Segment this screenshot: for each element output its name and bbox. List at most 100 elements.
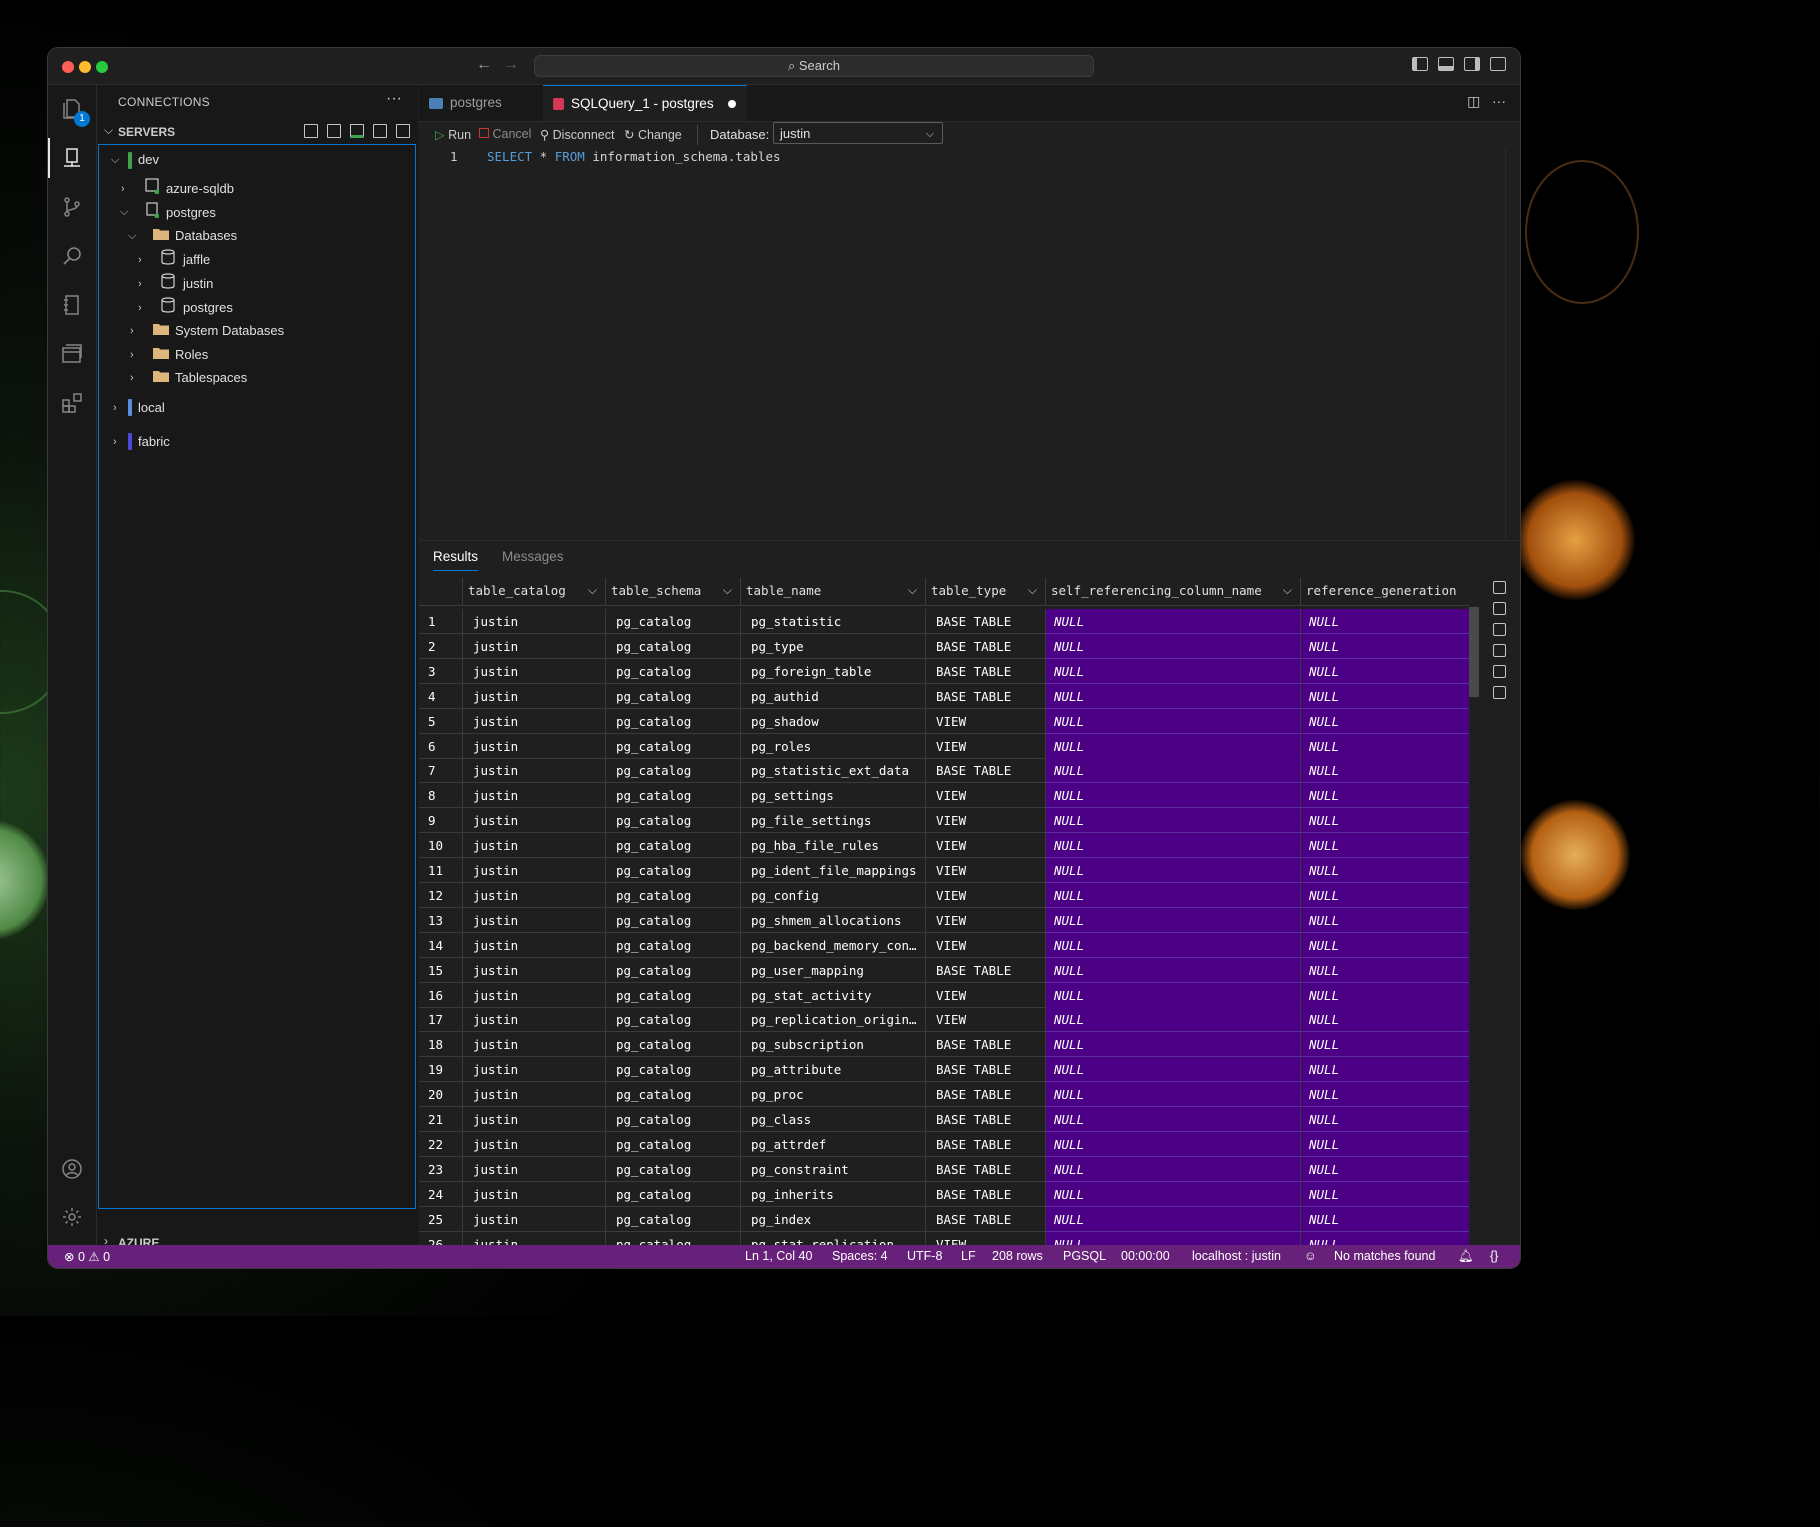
tab-sqlquery[interactable]: SQLQuery_1 - postgres: [543, 85, 747, 121]
grid-cell[interactable]: pg_catalog: [606, 758, 741, 784]
grid-cell[interactable]: pg_index: [741, 1206, 926, 1232]
grid-cell[interactable]: VIEW: [926, 907, 1046, 933]
table-row[interactable]: 22 justin pg_catalog pg_attrdef BASE TABLE NU…: [419, 1131, 1469, 1157]
grid-cell[interactable]: NULL: [1301, 957, 1469, 983]
grid-cell[interactable]: pg_catalog: [606, 1206, 741, 1232]
chevron-right-icon[interactable]: ›: [130, 344, 134, 366]
tree-folder-system-databases[interactable]: System Databases: [175, 320, 284, 342]
tree-server-azure-sqldb[interactable]: azure-sqldb: [166, 178, 234, 200]
toggle-primary-sidebar-icon[interactable]: [1412, 57, 1428, 71]
grid-cell[interactable]: justin: [463, 1107, 606, 1132]
grid-cell[interactable]: BASE TABLE: [926, 683, 1046, 709]
grid-cell[interactable]: pg_catalog: [606, 1032, 741, 1058]
column-header-table-catalog[interactable]: table_catalog ⌵: [463, 578, 606, 605]
table-row[interactable]: 4 justin pg_catalog pg_authid BASE TABLE NULL…: [419, 683, 1469, 709]
table-row[interactable]: 3 justin pg_catalog pg_foreign_table BASE TA…: [419, 658, 1469, 684]
chart-icon[interactable]: [1493, 686, 1506, 699]
grid-cell[interactable]: pg_catalog: [606, 1156, 741, 1182]
grid-cell[interactable]: pg_inherits: [741, 1181, 926, 1207]
tree-folder-tablespaces[interactable]: Tablespaces: [175, 367, 247, 389]
grid-cell[interactable]: NULL: [1301, 633, 1469, 659]
tree-group-fabric[interactable]: fabric: [138, 431, 170, 453]
grid-cell[interactable]: NULL: [1046, 808, 1301, 834]
grid-cell[interactable]: justin: [463, 858, 606, 883]
grid-cell[interactable]: NULL: [1301, 982, 1469, 1008]
grid-cell[interactable]: VIEW: [926, 808, 1046, 834]
customize-layout-icon[interactable]: [1490, 57, 1506, 71]
maximize-window-button[interactable]: [96, 61, 108, 73]
grid-cell[interactable]: pg_catalog: [606, 633, 741, 659]
column-header-table-name[interactable]: table_name ⌵: [741, 578, 926, 605]
command-center-search[interactable]: ⌕ Search: [534, 55, 1094, 77]
grid-cell[interactable]: NULL: [1046, 1007, 1301, 1033]
activity-accounts[interactable]: [48, 1145, 96, 1193]
grid-cell[interactable]: NULL: [1046, 633, 1301, 659]
grid-cell[interactable]: justin: [463, 833, 606, 859]
grid-cell[interactable]: VIEW: [926, 783, 1046, 809]
grid-cell[interactable]: justin: [463, 1032, 606, 1058]
more-actions-icon[interactable]: ···: [1492, 93, 1506, 109]
grid-cell[interactable]: VIEW: [926, 1007, 1046, 1033]
tree-db-justin[interactable]: justin: [183, 273, 213, 295]
grid-cell[interactable]: pg_hba_file_rules: [741, 833, 926, 859]
grid-cell[interactable]: NULL: [1046, 957, 1301, 983]
table-row[interactable]: 9 justin pg_catalog pg_file_settings VIEW NUL…: [419, 808, 1469, 834]
table-row[interactable]: 21 justin pg_catalog pg_class BASE TABLE NULL…: [419, 1107, 1469, 1132]
grid-cell[interactable]: NULL: [1046, 708, 1301, 734]
activity-extensions[interactable]: [48, 379, 96, 427]
grid-cell[interactable]: pg_roles: [741, 733, 926, 759]
table-row[interactable]: 20 justin pg_catalog pg_proc BASE TABLE NULL N…: [419, 1082, 1469, 1108]
grid-cell[interactable]: NULL: [1301, 1082, 1469, 1108]
grid-cell[interactable]: NULL: [1301, 609, 1469, 634]
grid-cell[interactable]: NULL: [1301, 1131, 1469, 1157]
grid-cell[interactable]: NULL: [1301, 833, 1469, 859]
toggle-secondary-sidebar-icon[interactable]: [1464, 57, 1480, 71]
tree-db-postgres[interactable]: postgres: [183, 297, 233, 319]
table-row[interactable]: 5 justin pg_catalog pg_shadow VIEW NULL NULL: [419, 708, 1469, 734]
grid-cell[interactable]: NULL: [1301, 808, 1469, 834]
disconnect-button[interactable]: ⚲ Disconnect: [540, 127, 614, 142]
grid-cell[interactable]: VIEW: [926, 982, 1046, 1008]
grid-cell[interactable]: NULL: [1301, 733, 1469, 759]
column-header-table-type[interactable]: table_type ⌵: [926, 578, 1046, 605]
grid-cell[interactable]: VIEW: [926, 733, 1046, 759]
tree-server-postgres[interactable]: postgres: [166, 202, 216, 224]
grid-cell[interactable]: BASE TABLE: [926, 758, 1046, 784]
database-select[interactable]: justin ⌵: [773, 122, 943, 144]
chevron-right-icon[interactable]: ›: [138, 249, 142, 271]
column-header-reference-generation[interactable]: reference_generation⌵: [1301, 578, 1469, 605]
grid-cell[interactable]: NULL: [1301, 1156, 1469, 1182]
editor-scrollbar[interactable]: [1505, 148, 1520, 540]
save-json-icon[interactable]: [1493, 623, 1506, 636]
grid-cell[interactable]: justin: [463, 783, 606, 809]
table-row[interactable]: 15 justin pg_catalog pg_user_mapping BASE TA…: [419, 957, 1469, 983]
table-row[interactable]: 10 justin pg_catalog pg_hba_file_rules VIEW N…: [419, 833, 1469, 859]
grid-cell[interactable]: pg_catalog: [606, 808, 741, 834]
column-header-self-referencing-column-name[interactable]: self_referencing_column_name ⌵: [1046, 578, 1301, 605]
split-editor-icon[interactable]: ◫: [1467, 93, 1480, 109]
grid-cell[interactable]: pg_catalog: [606, 708, 741, 734]
grid-cell[interactable]: NULL: [1301, 683, 1469, 709]
tree-group-dev[interactable]: dev: [138, 149, 159, 171]
indentation[interactable]: Spaces: 4: [832, 1249, 888, 1263]
grid-cell[interactable]: VIEW: [926, 858, 1046, 883]
activity-settings[interactable]: [48, 1193, 96, 1241]
activity-explorer[interactable]: 1: [48, 85, 96, 133]
activity-notebooks[interactable]: [48, 281, 96, 329]
problems-indicator[interactable]: ⊗ 0 ⚠ 0: [64, 1249, 110, 1264]
grid-cell[interactable]: VIEW: [926, 882, 1046, 908]
grid-cell[interactable]: VIEW: [926, 708, 1046, 734]
grid-cell[interactable]: NULL: [1046, 1131, 1301, 1157]
table-row[interactable]: 25 justin pg_catalog pg_index BASE TABLE NULL…: [419, 1206, 1469, 1232]
table-row[interactable]: 6 justin pg_catalog pg_roles VIEW NULL NULL: [419, 733, 1469, 759]
results-vertical-scrollbar[interactable]: [1469, 607, 1479, 697]
grid-cell[interactable]: NULL: [1046, 1057, 1301, 1083]
grid-cell[interactable]: NULL: [1046, 858, 1301, 883]
grid-cell[interactable]: pg_proc: [741, 1082, 926, 1108]
grid-cell[interactable]: justin: [463, 708, 606, 734]
grid-cell[interactable]: pg_shadow: [741, 708, 926, 734]
change-connection-button[interactable]: ↻ Change: [624, 127, 682, 142]
grid-cell[interactable]: pg_constraint: [741, 1156, 926, 1182]
activity-queries[interactable]: [48, 330, 96, 378]
chevron-right-icon[interactable]: ›: [138, 297, 142, 319]
